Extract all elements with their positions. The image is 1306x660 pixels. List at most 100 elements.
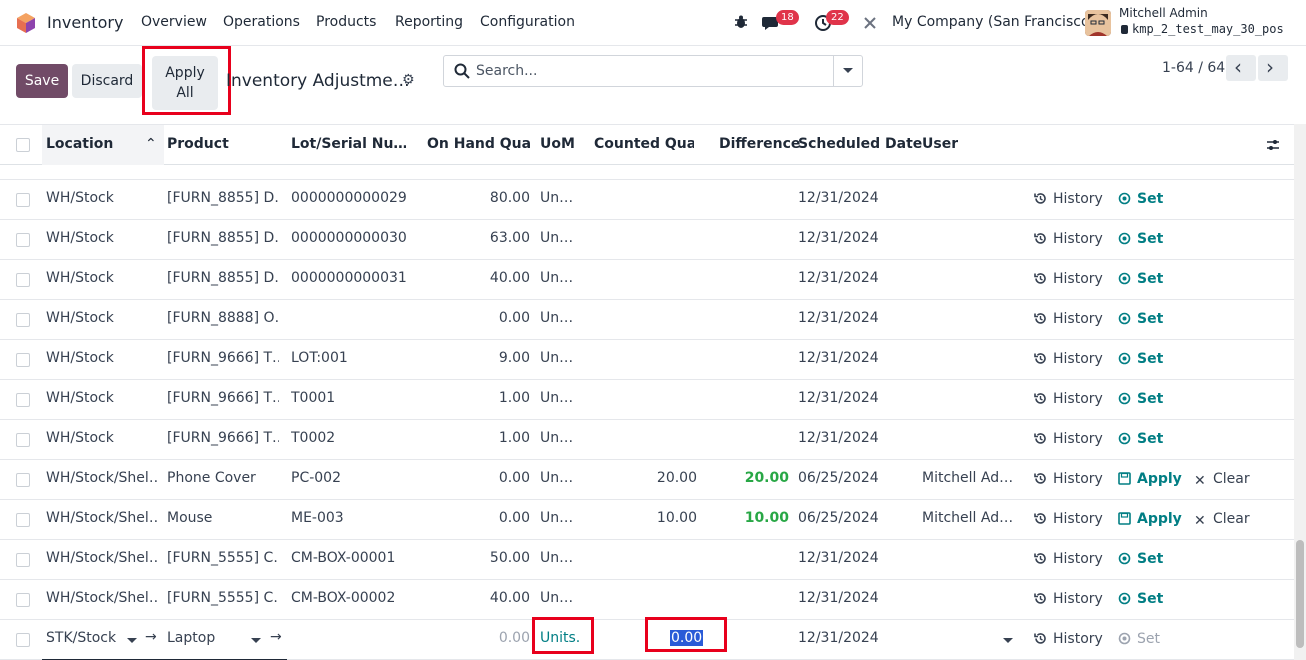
set-button[interactable]: Set [1118,311,1163,327]
table-row[interactable]: WH/Stock [FURN_8855] D… 0000000000029 80.00… [0,180,1294,220]
history-button[interactable]: History [1034,311,1103,327]
debug-bug-icon[interactable] [733,14,749,30]
company-switcher[interactable]: My Company (San Francisco) [892,14,1095,30]
row-checkbox[interactable] [16,353,30,367]
menu-products[interactable]: Products [316,14,376,30]
vertical-scrollbar[interactable] [1294,124,1306,660]
row-checkbox[interactable] [16,513,30,527]
apply-all-button[interactable]: Apply All [152,56,218,110]
set-button[interactable]: Set [1118,391,1163,407]
set-button[interactable]: Set [1118,271,1163,287]
menu-overview[interactable]: Overview [141,14,207,30]
user-avatar[interactable] [1085,10,1111,36]
history-button[interactable]: History [1034,431,1103,447]
table-row[interactable]: WH/Stock [FURN_8855] D… 0000000000031 40.00… [0,260,1294,300]
pager-previous-button[interactable]: ‹ [1226,55,1256,81]
user-name[interactable]: Mitchell Admin [1119,6,1208,20]
column-settings-icon[interactable] [1266,138,1280,152]
scheduled-date-cell: 12/31/2024 [798,590,879,606]
tools-icon[interactable] [862,15,878,31]
search-input[interactable] [476,60,826,82]
clear-button[interactable]: ✕ Clear [1194,511,1250,529]
table-row[interactable]: WH/Stock [FURN_9666] T… T0001 1.00 Un… 12/31/… [0,380,1294,420]
table-row[interactable]: WH/Stock [FURN_9666] T… T0002 1.00 Un… 12/31/… [0,420,1294,460]
history-button[interactable]: History [1034,511,1103,527]
history-button[interactable]: History [1034,591,1103,607]
apply-button[interactable]: Apply [1118,471,1182,487]
table-row[interactable]: WH/Stock [FURN_8888] O… 0.00 Un… 12/31/2024 H… [0,300,1294,340]
table-row[interactable]: WH/Stock/Shel… [FURN_5555] C… CM-BOX-00002… [0,580,1294,620]
col-scheduled-date[interactable]: Scheduled Date [798,136,922,152]
row-checkbox[interactable] [16,193,30,207]
col-counted[interactable]: Counted Qua… [594,136,694,152]
col-difference[interactable]: Difference [719,136,800,152]
scheduled-date-field[interactable]: 12/31/2024 [798,630,879,646]
inventory-app-icon[interactable] [16,12,36,34]
set-button[interactable]: Set [1118,351,1163,367]
row-checkbox[interactable] [16,273,30,287]
discard-button[interactable]: Discard [72,64,142,98]
menu-reporting[interactable]: Reporting [395,14,463,30]
history-button[interactable]: History [1034,191,1103,207]
history-button[interactable]: History [1034,471,1103,487]
location-open-link-icon[interactable]: → [145,629,157,645]
row-checkbox[interactable] [16,633,30,647]
history-button[interactable]: History [1034,631,1103,647]
menu-configuration[interactable]: Configuration [480,14,575,30]
action-gear-icon[interactable]: ⚙ [402,72,415,88]
search-bar [443,55,863,87]
location-dropdown-icon[interactable] [127,638,137,643]
set-button[interactable]: Set [1118,551,1163,567]
product-open-link-icon[interactable]: → [270,629,282,645]
product-dropdown-icon[interactable] [251,638,261,643]
row-checkbox[interactable] [16,593,30,607]
apply-button[interactable]: Apply [1118,511,1182,527]
save-button[interactable]: Save [16,64,68,98]
counted-cell[interactable]: 20.00 [600,470,697,486]
menu-operations[interactable]: Operations [223,14,300,30]
pager-next-button[interactable]: › [1258,55,1288,81]
table-row[interactable]: WH/Stock [FURN_8855] D… 0000000000030 63.00… [0,220,1294,260]
select-all-checkbox[interactable] [16,138,30,152]
col-product[interactable]: Product [167,136,229,152]
set-button[interactable]: Set [1118,231,1163,247]
history-button[interactable]: History [1034,271,1103,287]
col-on-hand[interactable]: On Hand Qua… [427,136,530,152]
history-button[interactable]: History [1034,391,1103,407]
row-checkbox[interactable] [16,553,30,567]
product-field[interactable]: Laptop [167,630,215,646]
row-checkbox[interactable] [16,433,30,447]
table-row[interactable]: WH/Stock/Shel… Mouse ME-003 0.00 Un… 10.00 10.… [0,500,1294,540]
search-options-toggle[interactable] [833,56,862,86]
col-uom[interactable]: UoM [540,136,575,152]
col-user[interactable]: User [922,136,958,152]
table-row-editing[interactable]: STK/Stock → Laptop → 0.00 Units. 0.00 12… [0,620,1294,660]
col-location[interactable]: Location [46,136,113,152]
table-row[interactable]: WH/Stock/Shel… [FURN_5555] C… CM-BOX-00001… [0,540,1294,580]
set-button[interactable]: Set [1118,591,1163,607]
row-checkbox[interactable] [16,473,30,487]
history-button[interactable]: History [1034,351,1103,367]
history-button[interactable]: History [1034,231,1103,247]
row-checkbox[interactable] [16,313,30,327]
row-checkbox[interactable] [16,393,30,407]
history-button[interactable]: History [1034,551,1103,567]
table-row[interactable]: WH/Stock/Shel… Phone Cover PC-002 0.00 Un… 20… [0,460,1294,500]
col-lot-serial[interactable]: Lot/Serial Nu… [291,136,406,152]
set-button[interactable]: Set [1118,191,1163,207]
location-field[interactable]: STK/Stock [46,630,116,646]
close-icon: ✕ [1194,473,1206,489]
history-label: History [1053,271,1103,287]
counted-cell[interactable]: 10.00 [600,510,697,526]
row-checkbox[interactable] [16,233,30,247]
counted-quantity-input[interactable]: 0.00 [670,630,704,646]
scrollbar-thumb[interactable] [1296,540,1304,648]
pager-value[interactable]: 1-64 / 64 [1162,60,1225,76]
user-dropdown-icon[interactable] [1003,638,1013,643]
uom-field[interactable]: Units. [540,630,580,646]
set-button[interactable]: Set [1118,431,1163,447]
set-button-disabled[interactable]: Set [1118,631,1160,647]
app-name[interactable]: Inventory [47,13,123,32]
clear-button[interactable]: ✕ Clear [1194,471,1250,489]
table-row[interactable]: WH/Stock [FURN_9666] T… LOT:001 9.00 Un… 12/3… [0,340,1294,380]
